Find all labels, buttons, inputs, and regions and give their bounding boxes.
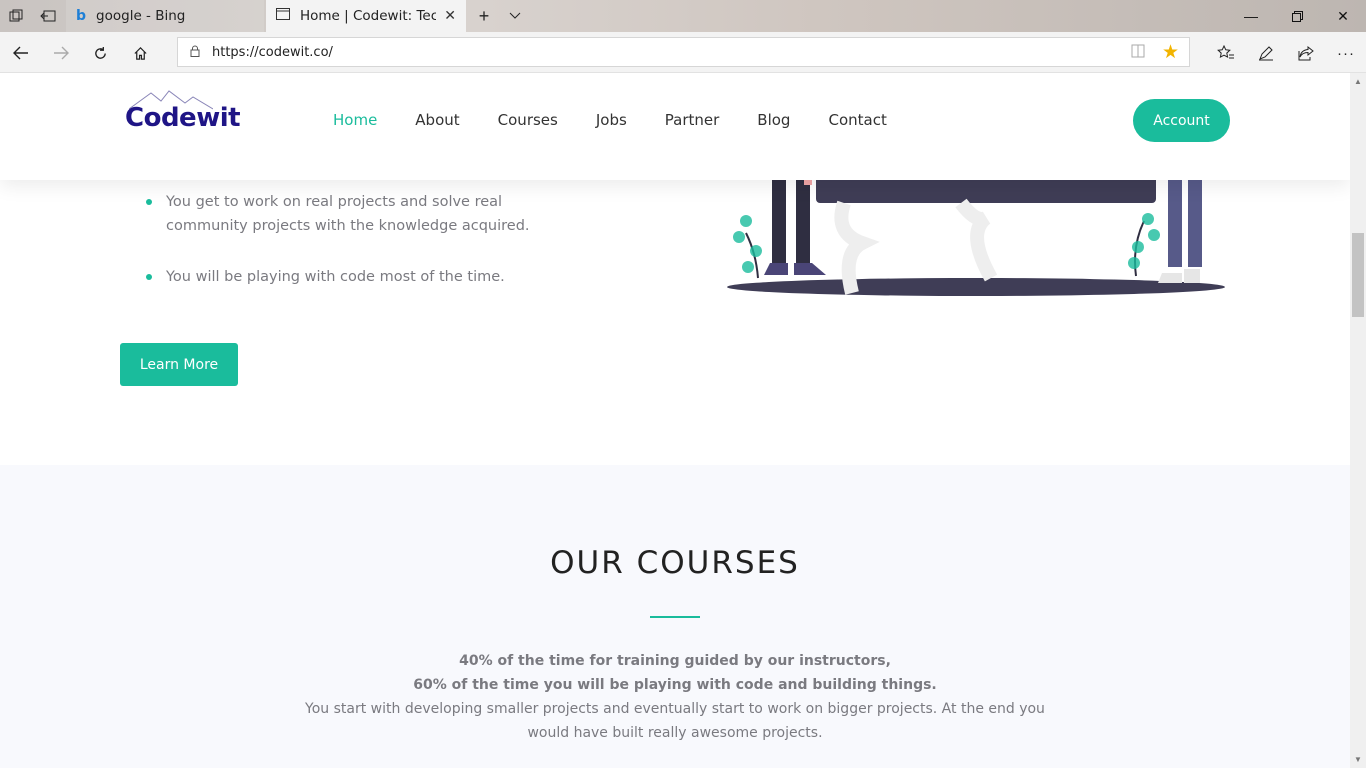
list-item: You will be playing with code most of th…	[146, 265, 566, 289]
reading-view-icon[interactable]	[1131, 44, 1145, 61]
codewit-logo[interactable]: Codewit	[123, 89, 241, 139]
share-icon[interactable]	[1293, 40, 1319, 66]
nav-courses[interactable]: Courses	[498, 111, 558, 129]
page-scrollbar[interactable]: ▲ ▼	[1350, 73, 1366, 768]
bing-icon: b	[76, 8, 87, 24]
browser-tab-bar: b google - Bing Home | Codewit: Technolo…	[0, 0, 1366, 32]
courses-line-2: 60% of the time you will be playing with…	[413, 677, 937, 693]
more-options-icon[interactable]: ···	[1333, 40, 1359, 66]
new-tab-icon[interactable]: +	[474, 6, 494, 26]
scrollbar-thumb[interactable]	[1352, 233, 1364, 317]
address-toolbar: https://codewit.co/ ★ ···	[0, 32, 1366, 73]
nav-blog[interactable]: Blog	[757, 111, 790, 129]
minimize-icon[interactable]: —	[1228, 0, 1274, 32]
page-icon	[276, 8, 290, 24]
nav-partner[interactable]: Partner	[665, 111, 720, 129]
nav-home[interactable]: Home	[333, 111, 377, 129]
home-icon[interactable]	[127, 40, 153, 66]
nav-contact[interactable]: Contact	[828, 111, 886, 129]
tab-actions-icon[interactable]	[6, 6, 26, 26]
lock-icon	[178, 45, 212, 60]
favorite-star-icon[interactable]: ★	[1162, 41, 1179, 64]
tab-bing[interactable]: b google - Bing	[66, 0, 264, 32]
close-window-icon[interactable]: ✕	[1320, 0, 1366, 32]
logo-text: Codewit	[125, 103, 241, 133]
main-nav: Home About Courses Jobs Partner Blog Con…	[333, 111, 925, 129]
account-button[interactable]: Account	[1133, 99, 1230, 142]
learn-more-button[interactable]: Learn More	[120, 343, 238, 386]
scroll-up-icon[interactable]: ▲	[1354, 77, 1362, 86]
courses-line-3: You start with developing smaller projec…	[305, 701, 1045, 741]
forward-arrow-icon[interactable]	[48, 40, 74, 66]
tab-label: google - Bing	[96, 8, 186, 24]
page-viewport: You get to work on real projects and sol…	[0, 73, 1350, 768]
scroll-down-icon[interactable]: ▼	[1354, 755, 1362, 764]
tab-codewit[interactable]: Home | Codewit: Technology ✕	[266, 0, 466, 32]
title-divider	[650, 616, 700, 618]
pen-notes-icon[interactable]	[1253, 40, 1279, 66]
courses-section: OUR COURSES 40% of the time for training…	[0, 465, 1350, 768]
close-tab-icon[interactable]: ✕	[444, 8, 456, 24]
back-arrow-icon[interactable]	[8, 40, 34, 66]
benefits-list: You get to work on real projects and sol…	[146, 190, 566, 316]
address-field[interactable]: https://codewit.co/ ★	[177, 37, 1190, 67]
courses-line-1: 40% of the time for training guided by o…	[459, 653, 891, 669]
tab-label: Home | Codewit: Technology	[300, 8, 436, 24]
section-title: OUR COURSES	[550, 545, 800, 581]
refresh-icon[interactable]	[87, 40, 113, 66]
nav-jobs[interactable]: Jobs	[596, 111, 627, 129]
favorites-hub-icon[interactable]	[1213, 40, 1239, 66]
tab-preview-chevron-icon[interactable]	[505, 6, 525, 26]
team-illustration	[727, 173, 1225, 296]
set-tabs-aside-icon[interactable]	[38, 6, 58, 26]
url-text: https://codewit.co/	[212, 44, 333, 60]
restore-icon[interactable]	[1274, 0, 1320, 32]
nav-about[interactable]: About	[415, 111, 459, 129]
site-header: Codewit Home About Courses Jobs Partner …	[0, 73, 1350, 180]
list-item: You get to work on real projects and sol…	[146, 190, 566, 238]
courses-description: 40% of the time for training guided by o…	[300, 649, 1050, 745]
